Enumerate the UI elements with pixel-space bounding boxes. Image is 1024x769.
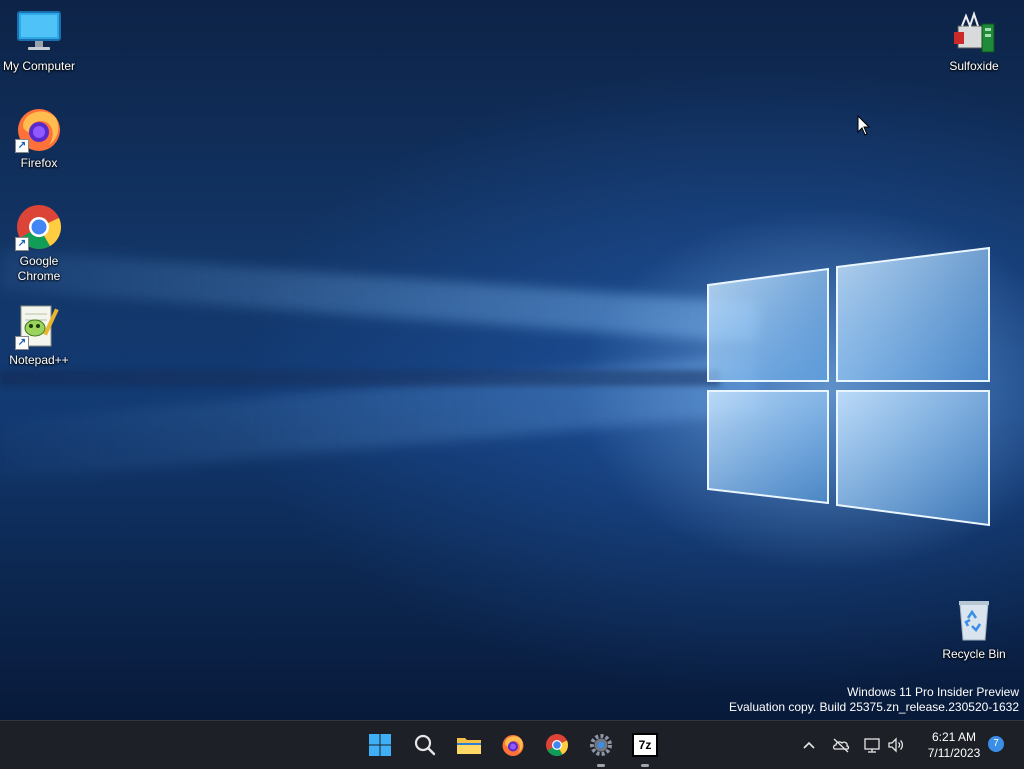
notification-badge[interactable]: 7 [988,736,1004,752]
onedrive-offline-icon[interactable] [831,735,851,755]
volume-icon[interactable] [886,735,906,755]
icon-label-firefox: Firefox [20,156,58,170]
watermark-build: Evaluation copy. Build 25375.zn_release.… [729,700,1019,714]
icon-label-google-chrome: Google Chrome [17,254,61,283]
mouse-cursor-icon [857,115,871,136]
taskbar-firefox[interactable] [497,729,529,761]
system-clock[interactable]: 6:21 AM 7/11/2023 [916,729,992,761]
clock-date: 7/11/2023 [927,746,981,760]
shortcut-arrow-icon: ↗ [15,237,29,251]
taskbar-chrome[interactable] [541,729,573,761]
taskbar-file-explorer[interactable] [453,729,485,761]
desktop-icon-firefox[interactable]: ↗ Firefox [0,105,79,171]
taskbar: 7z 6:21 AM 7/11/2023 [0,720,1024,769]
desktop-icon-notepadpp[interactable]: ↗ Notepad++ [0,302,79,368]
windows-start-icon [369,734,391,756]
running-indicator [641,764,649,767]
desktop[interactable]: My Computer ↗ Firefox ↗ Google Chrome ↗ … [0,0,1024,720]
file-explorer-icon [457,738,481,754]
search-icon [414,734,436,756]
sulfoxide-icon [954,10,995,53]
icon-label-notepadpp: Notepad++ [9,353,69,367]
recycle-bin-icon [959,601,989,641]
running-indicator [597,764,605,767]
network-icon[interactable] [862,735,882,755]
7zip-label: 7z [638,738,652,752]
settings-gear-icon [590,734,612,756]
windows-logo-wallpaper [707,246,990,527]
desktop-icon-google-chrome[interactable]: ↗ Google Chrome [0,203,79,284]
firefox-icon [502,735,524,756]
shortcut-arrow-icon: ↗ [15,336,29,350]
monitor-icon [17,11,61,50]
taskbar-7zip[interactable]: 7z [629,729,661,767]
watermark-edition: Windows 11 Pro Insider Preview [847,685,1019,699]
shortcut-arrow-icon: ↗ [15,139,29,153]
icon-label-recycle-bin: Recycle Bin [942,647,1006,661]
icon-label-my-computer: My Computer [2,59,76,73]
clock-time: 6:21 AM [931,730,977,744]
7zip-icon: 7z [632,733,658,757]
search-button[interactable] [409,729,441,761]
icon-label-sulfoxide: Sulfoxide [949,59,999,73]
taskbar-settings[interactable] [585,729,617,767]
desktop-icon-recycle-bin[interactable]: Recycle Bin [934,596,1014,662]
desktop-icon-my-computer[interactable]: My Computer [0,8,79,74]
start-button[interactable] [364,729,396,761]
desktop-icon-sulfoxide[interactable]: Sulfoxide [934,8,1014,74]
chrome-icon [546,734,568,756]
show-hidden-icons-chevron-icon[interactable] [799,735,819,755]
windows-version-watermark: Windows 11 Pro Insider Preview Evaluatio… [729,685,1019,715]
